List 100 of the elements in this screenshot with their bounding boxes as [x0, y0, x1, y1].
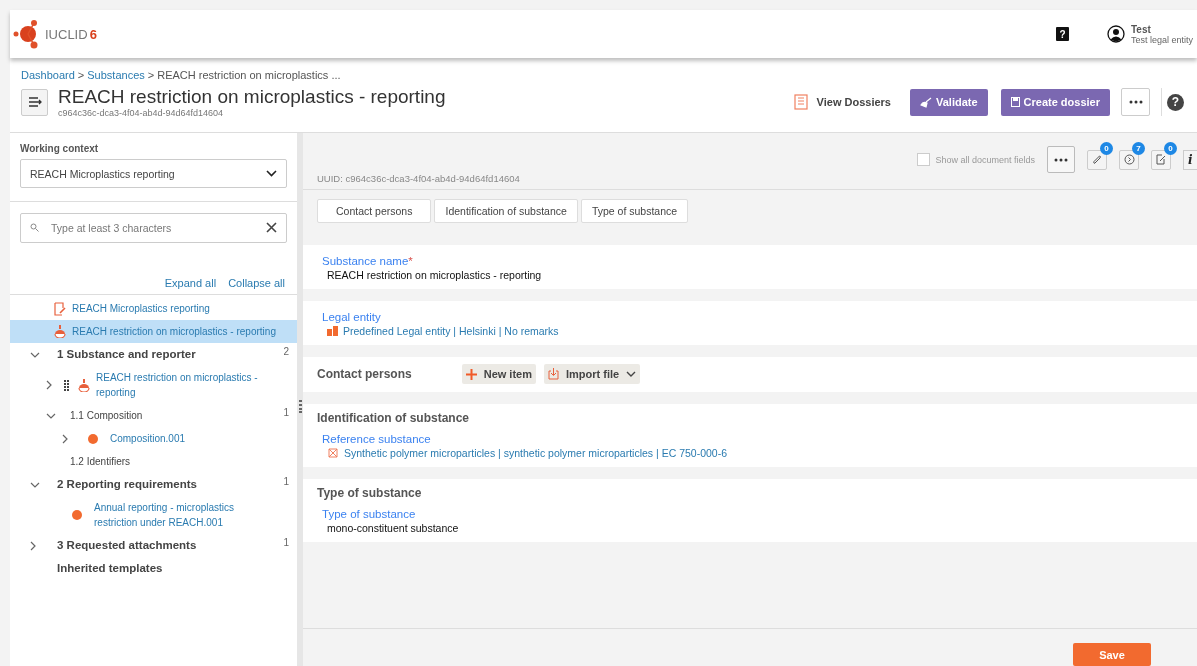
user-name: Test: [1130, 23, 1152, 35]
attachment-button[interactable]: [1087, 149, 1107, 170]
tree-label[interactable]: 1.1 Composition: [70, 404, 143, 427]
new-item-button[interactable]: New item: [461, 364, 536, 384]
chevron-right-icon[interactable]: [62, 433, 68, 444]
tree-label[interactable]: REACH restriction on microplastics - reporting: [72, 320, 276, 343]
breadcrumb-link[interactable]: Dashboard: [21, 69, 75, 81]
tree-item[interactable]: REACH restriction on microplastics - reporting: [10, 366, 297, 404]
tree-item[interactable]: 1 Substance and reporter 2: [10, 343, 297, 366]
search-field[interactable]: Type at least 3 characters: [20, 213, 287, 243]
item-count: 1: [283, 537, 289, 548]
expand-all-link[interactable]: Expand all: [164, 277, 217, 289]
count-badge: 7: [1132, 141, 1145, 155]
info-button[interactable]: i: [1183, 149, 1197, 170]
field-value: REACH restriction on microplastics - reporting: [326, 269, 543, 281]
tree-label[interactable]: 1.2 Identifiers: [70, 450, 131, 473]
working-context-select[interactable]: REACH Microplastics reporting: [20, 159, 287, 188]
document-list-icon: [793, 94, 808, 110]
show-all-label: Show all document fields: [935, 154, 1035, 165]
more-icon: [1054, 157, 1068, 162]
user-entity: Test legal entity: [1130, 34, 1193, 45]
history-button[interactable]: [1119, 149, 1139, 170]
tree-label[interactable]: REACH restriction on microplastics - reporting: [96, 366, 277, 404]
chevron-right-icon[interactable]: [30, 540, 36, 551]
count-badge: 0: [1100, 141, 1113, 155]
section-title: Identification of substance: [317, 411, 469, 425]
save-icon: [1010, 97, 1020, 107]
tree-item[interactable]: 1.1 Composition 1: [10, 404, 297, 427]
status-dot-icon: [72, 510, 82, 520]
field-value: mono-constituent substance: [326, 522, 460, 534]
create-dossier-button[interactable]: Create dossier: [1000, 88, 1110, 116]
help-chat-button[interactable]: ?: [1055, 27, 1069, 41]
breadcrumb-separator: >: [147, 69, 155, 81]
note-button[interactable]: [1151, 149, 1171, 170]
field-link[interactable]: Synthetic polymer microparticles | synthetic polymer microparticles | EC 750-000-6: [344, 447, 727, 459]
field-label: Legal entity: [322, 311, 382, 323]
chevron-down-icon[interactable]: [30, 351, 40, 358]
field-label: Type of substance: [322, 508, 417, 520]
field-label: Substance name*: [322, 255, 414, 267]
drag-handle-icon[interactable]: [64, 379, 70, 391]
working-context-label: Working context: [20, 143, 100, 154]
tree-item[interactable]: 1.2 Identifiers: [10, 450, 297, 473]
chevron-down-icon[interactable]: [46, 412, 56, 419]
view-dossiers-button[interactable]: View Dossiers: [787, 93, 897, 111]
menu-icon: [27, 97, 42, 107]
tree-label[interactable]: 3 Requested attachments: [57, 534, 197, 557]
tree-item[interactable]: Annual reporting - microplastics restriction under REACH.001: [10, 496, 297, 534]
menu-button[interactable]: [21, 88, 48, 116]
tree-label[interactable]: Inherited templates: [57, 557, 163, 580]
chevron-right-icon[interactable]: [46, 380, 52, 390]
import-icon: [548, 368, 559, 380]
tree-label[interactable]: REACH Microplastics reporting: [72, 297, 210, 320]
tree-item[interactable]: 2 Reporting requirements 1: [10, 473, 297, 496]
brush-icon: [920, 96, 932, 108]
item-count: 2: [283, 346, 289, 357]
field-label: Reference substance: [322, 433, 432, 445]
import-file-button[interactable]: Import file: [544, 364, 641, 384]
document-edit-icon: [54, 301, 66, 316]
section-title: Contact persons: [317, 367, 412, 381]
tree-item[interactable]: Inherited templates: [10, 557, 297, 580]
item-count: 1: [283, 476, 289, 487]
molecule-icon: [327, 447, 339, 459]
more-icon: [1128, 100, 1143, 104]
flask-icon: [54, 325, 66, 338]
splitter-handle-icon[interactable]: [298, 400, 302, 413]
page-title: REACH restriction on microplastics - reporting: [58, 86, 446, 108]
tree-label[interactable]: 1 Substance and reporter: [57, 343, 196, 366]
document-uuid: UUID: c964c36c-dca3-4f04-ab4d-94d64fd14604: [317, 173, 520, 184]
section-tab[interactable]: Identification of substance: [434, 199, 578, 223]
flask-icon: [78, 378, 90, 392]
field-link[interactable]: Predefined Legal entity | Helsinki | No remarks: [343, 325, 559, 337]
search-icon: [30, 223, 39, 232]
validate-button[interactable]: Validate: [910, 88, 988, 116]
section-tab[interactable]: Contact persons: [317, 199, 432, 223]
breadcrumb-link[interactable]: Substances: [87, 69, 145, 81]
tree-label[interactable]: Annual reporting - microplastics restriction under REACH.001: [94, 496, 277, 534]
tree-label[interactable]: 2 Reporting requirements: [57, 473, 197, 496]
clock-icon: [1123, 154, 1135, 165]
chevron-down-icon[interactable]: [30, 481, 40, 488]
edit-note-icon: [1155, 154, 1167, 165]
tree-item[interactable]: REACH restriction on microplastics - reporting: [10, 320, 297, 343]
clear-icon[interactable]: [266, 222, 277, 233]
collapse-all-link[interactable]: Collapse all: [228, 277, 285, 289]
tree-item[interactable]: Composition.001: [10, 427, 297, 450]
tree-item[interactable]: REACH Microplastics reporting: [10, 297, 297, 320]
section-tab[interactable]: Type of substance: [580, 199, 689, 223]
building-icon: [327, 326, 338, 336]
chevron-down-icon: [626, 371, 637, 377]
user-avatar-icon[interactable]: [1106, 25, 1125, 43]
plus-icon: [465, 368, 477, 380]
breadcrumb-separator: >: [77, 69, 85, 81]
chevron-down-icon: [266, 170, 277, 177]
status-dot-icon: [88, 433, 98, 444]
tree-item[interactable]: 3 Requested attachments 1: [10, 534, 297, 557]
logo-text: IUCLID 6: [45, 26, 97, 42]
tree-label[interactable]: Composition.001: [110, 427, 186, 450]
breadcrumb-current: REACH restriction on microplastics ...: [157, 69, 341, 81]
section-title: Type of substance: [317, 486, 422, 500]
count-badge: 0: [1164, 141, 1177, 155]
show-all-checkbox[interactable]: [917, 153, 931, 166]
